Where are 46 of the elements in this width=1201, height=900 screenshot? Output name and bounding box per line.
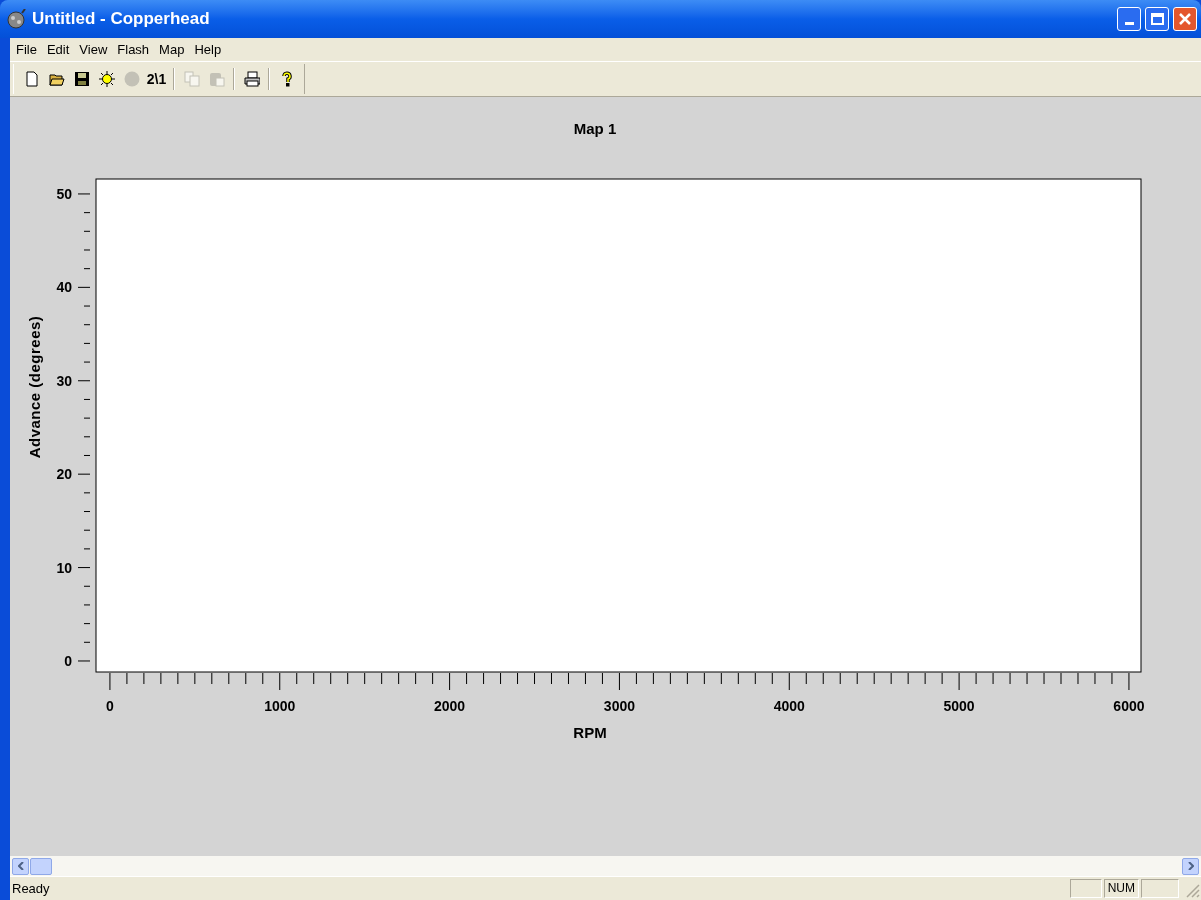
y-tick-label: 10 [56, 559, 72, 576]
app-icon [6, 9, 28, 29]
chart-title: Map 1 [573, 120, 617, 137]
x-axis-label: RPM [573, 724, 607, 741]
circle-icon [123, 71, 140, 87]
status-text: Ready [11, 879, 51, 898]
close-button[interactable] [1173, 7, 1197, 31]
menu-item[interactable]: Flash [113, 39, 154, 60]
maximize-button[interactable] [1145, 7, 1169, 31]
x-tick-label: 1000 [264, 698, 296, 714]
x-tick-label: 3000 [603, 698, 635, 714]
scroll-left-button[interactable] [12, 857, 29, 875]
menu-item[interactable]: Help [190, 39, 226, 60]
y-tick-label: 30 [56, 372, 72, 389]
minimize-button[interactable] [1117, 7, 1141, 31]
light-bulb-icon [98, 71, 115, 87]
y-axis-label: Advance (degrees) [26, 315, 43, 459]
y-tick-label: 50 [56, 185, 72, 202]
copy-icon [183, 71, 200, 87]
status-pane [1141, 879, 1179, 898]
toolbar-button[interactable]: 2\1 [145, 68, 168, 90]
x-tick-label: 0 [106, 698, 114, 714]
x-tick-label: 4000 [773, 698, 805, 714]
scroll-thumb[interactable] [30, 857, 52, 875]
x-tick-label: 5000 [943, 698, 975, 714]
menu-item[interactable]: Map [155, 39, 189, 60]
window-title: Untitled - Copperhead [32, 8, 211, 31]
menu-item[interactable]: View [75, 39, 112, 60]
y-tick-label: 20 [56, 466, 72, 483]
paste-icon [208, 71, 225, 87]
folder-icon [48, 71, 65, 87]
status-indicator: NUM [1103, 879, 1139, 898]
scroll-right-button[interactable] [1182, 857, 1199, 875]
printer-icon [243, 71, 260, 87]
y-tick-label: 40 [56, 279, 72, 296]
y-tick-label: 0 [64, 653, 72, 669]
x-tick-label: 2000 [434, 698, 466, 714]
menu-item[interactable]: File [12, 39, 41, 60]
x-tick-label: 6000 [1113, 698, 1145, 714]
new-file-icon [23, 71, 40, 87]
menu-item[interactable]: Edit [42, 39, 74, 60]
minimize-icon [1124, 22, 1134, 25]
status-pane [1069, 879, 1102, 898]
maximize-icon [1150, 13, 1164, 25]
horizontal-scrollbar[interactable] [10, 856, 1201, 876]
close-icon [1179, 13, 1191, 25]
